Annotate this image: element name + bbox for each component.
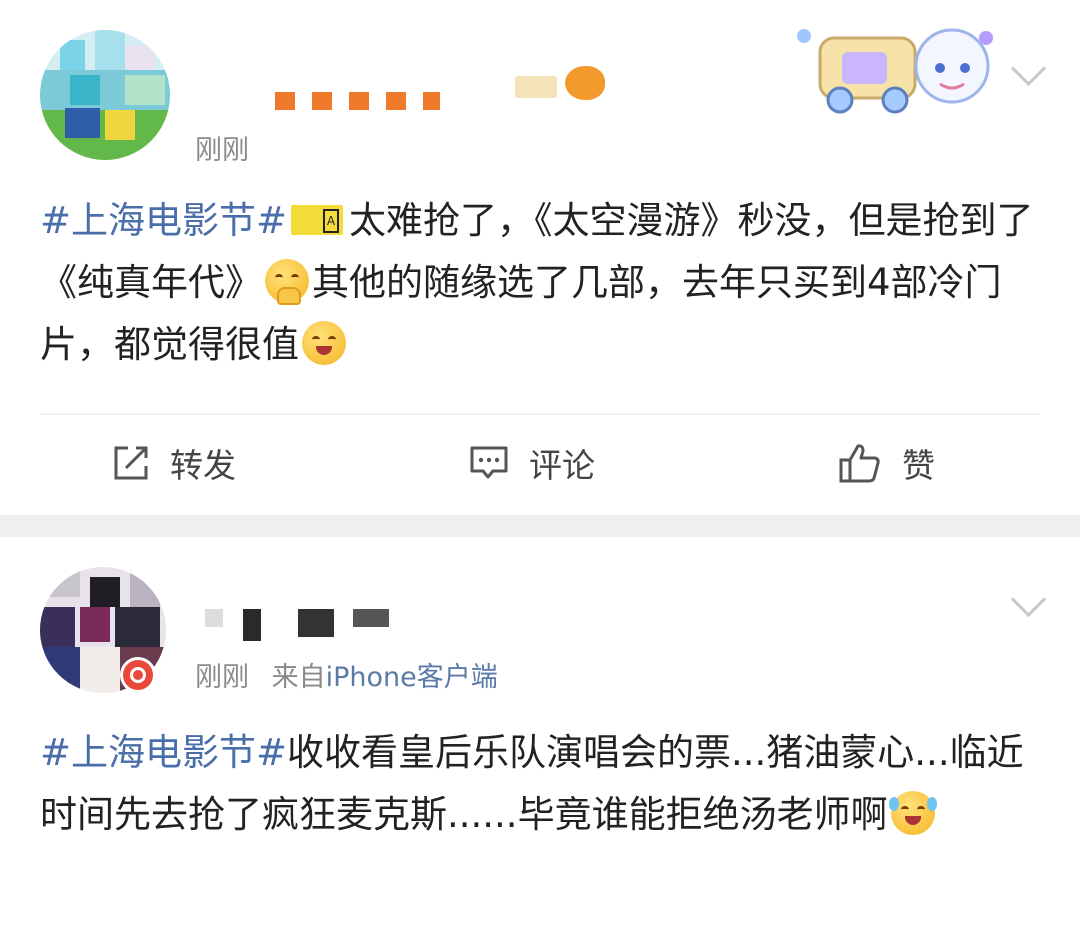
shy-hug-face-icon <box>265 259 309 305</box>
source-app-link[interactable]: iPhone客户端 <box>326 662 498 693</box>
feed-separator <box>0 515 1080 537</box>
comment-label: 评论 <box>529 446 595 485</box>
like-label: 赞 <box>902 446 935 485</box>
thumbs-up-icon <box>839 444 880 483</box>
post-meta: 刚刚 来自iPhone客户端 <box>195 655 498 694</box>
topic-hashtag-link[interactable]: #上海电影节# <box>40 199 287 242</box>
comment-icon <box>470 446 508 479</box>
username-redacted[interactable] <box>275 92 440 110</box>
fish-icon <box>565 66 605 100</box>
repost-label: 转发 <box>170 446 236 485</box>
like-button[interactable]: 赞 <box>838 438 935 488</box>
username-redacted[interactable] <box>205 609 390 641</box>
post-time: 刚刚 <box>195 135 249 166</box>
source-prefix: 来自 <box>271 662 326 693</box>
comment-button[interactable]: 评论 <box>469 438 595 488</box>
smiling-face-icon <box>302 321 346 365</box>
divider <box>40 413 1040 415</box>
repost-icon <box>114 446 148 480</box>
post-card: 刚刚 来自iPhone客户端 #上海电影节#收收看皇后乐队演唱会的票...猪油蒙… <box>0 537 1080 946</box>
verified-badge-icon <box>120 657 156 693</box>
repost-button[interactable]: 转发 <box>112 438 236 488</box>
chevron-down-icon[interactable] <box>1010 581 1047 618</box>
member-badge-icon <box>515 76 557 98</box>
avatar[interactable] <box>40 30 170 160</box>
topic-hashtag-link[interactable]: #上海电影节# <box>40 731 287 774</box>
laughing-crying-face-icon <box>888 791 937 835</box>
chevron-down-icon[interactable] <box>1010 50 1047 87</box>
post-content: #上海电影节#收收看皇后乐队演唱会的票...猪油蒙心...临近时间先去抢了疯狂麦… <box>40 722 1040 846</box>
post-time: 刚刚 <box>195 662 249 693</box>
post-content: #上海电影节# A 太难抢了，《太空漫游》秒没，但是抢到了《纯真年代》 其他的随缘选了… <box>40 190 1040 376</box>
post-card: 刚刚 #上海电影节# A 太难抢了，《太空漫游》秒没，但是抢到了《纯真年代》 其他的随… <box>0 0 1080 515</box>
concert-ticket-icon: A <box>291 205 344 235</box>
card-decoration-icon <box>797 28 993 114</box>
